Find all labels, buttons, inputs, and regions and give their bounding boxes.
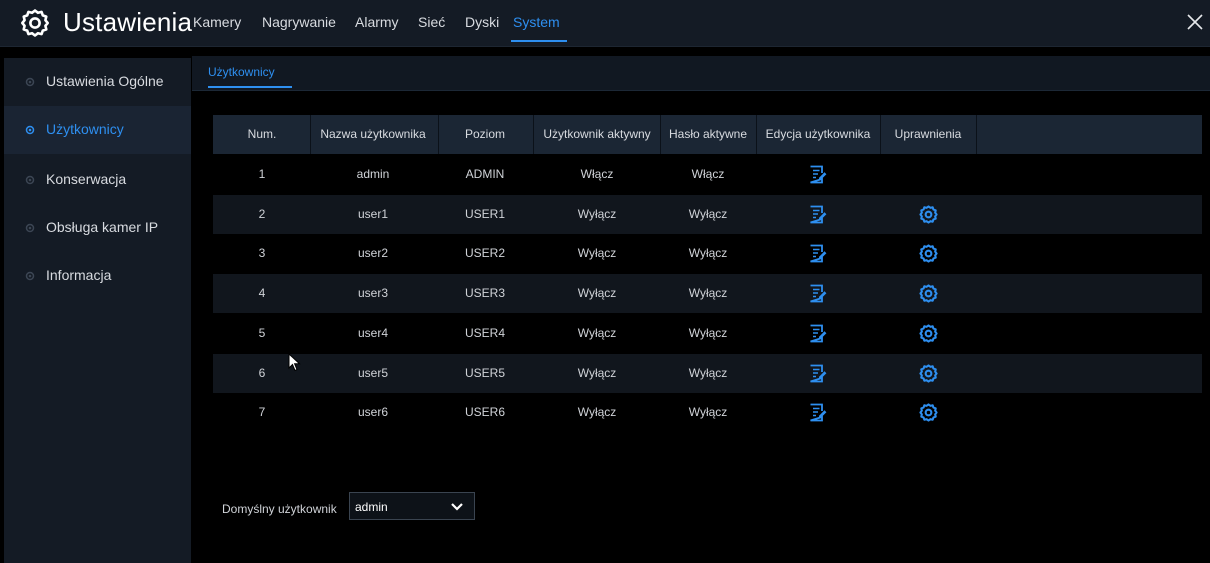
cell-num: 4: [258, 286, 266, 300]
gear-icon[interactable]: [919, 284, 938, 303]
cell-user-active: Wyłącz: [577, 207, 617, 221]
bullet-icon: [25, 125, 35, 135]
cell-user-active: Włącz: [580, 167, 614, 181]
table-row: 1 admin ADMIN Włącz Włącz: [213, 155, 1202, 194]
edit-icon[interactable]: [809, 324, 827, 343]
sidebar-item-label: Ustawienia Ogólne: [46, 73, 164, 89]
cell-username: user3: [357, 286, 389, 300]
edit-icon[interactable]: [809, 284, 827, 303]
sidebar-item-label: Obsługa kamer IP: [46, 219, 159, 235]
cell-user-active: Wyłącz: [577, 366, 617, 380]
tab-dyski[interactable]: Dyski: [465, 14, 499, 30]
cell-num: 6: [258, 366, 266, 380]
cell-password-active: Wyłącz: [688, 326, 728, 340]
default-user-label: Domyślny użytkownik: [222, 502, 337, 516]
users-table-header: Num. Nazwa użytkownika Poziom Użytkownik…: [213, 115, 1202, 154]
cell-num: 1: [258, 167, 266, 181]
table-row: 4 user3 USER3 Wyłącz Wyłącz: [213, 274, 1202, 313]
sidebar-item-label: Informacja: [46, 267, 112, 283]
subtab-bar: Użytkownicy: [192, 56, 1210, 91]
app-title: Ustawienia: [63, 7, 193, 37]
default-user-select[interactable]: admin: [349, 492, 475, 520]
edit-icon[interactable]: [809, 403, 827, 422]
active-tab-indicator: [511, 40, 567, 42]
cell-username: admin: [356, 167, 390, 181]
gear-icon[interactable]: [919, 324, 938, 343]
gear-icon[interactable]: [919, 403, 938, 422]
table-row: 3 user2 USER2 Wyłącz Wyłącz: [213, 234, 1202, 273]
cell-level: USER2: [464, 246, 506, 260]
sidebar-item-obsluga-kamer-ip[interactable]: Obsługa kamer IP: [4, 204, 191, 252]
cell-username: user2: [357, 246, 389, 260]
top-bar: Ustawienia Kamery Nagrywanie Alarmy Sieć…: [0, 0, 1210, 47]
gear-icon[interactable]: [919, 244, 938, 263]
cell-level: USER4: [464, 326, 506, 340]
cell-username: user6: [357, 405, 389, 419]
cell-num: 2: [258, 207, 266, 221]
table-row: 6 user5 USER5 Wyłącz Wyłącz: [213, 354, 1202, 393]
sidebar-item-informacja[interactable]: Informacja: [4, 252, 191, 300]
edit-icon[interactable]: [809, 364, 827, 383]
cell-user-active: Wyłącz: [577, 405, 617, 419]
tab-kamery[interactable]: Kamery: [193, 14, 241, 30]
cell-level: USER5: [464, 366, 506, 380]
column-header-edit-user: Edycja użytkownika: [765, 127, 871, 141]
sidebar-item-uzytkownicy[interactable]: Użytkownicy: [4, 106, 191, 154]
cell-username: user1: [357, 207, 389, 221]
cell-username: user5: [357, 366, 389, 380]
tab-system[interactable]: System: [513, 14, 560, 30]
tab-alarmy[interactable]: Alarmy: [355, 14, 399, 30]
column-header-user-active: Użytkownik aktywny: [543, 127, 651, 141]
active-subtab-indicator: [208, 86, 292, 88]
cell-level: ADMIN: [465, 167, 505, 181]
cell-user-active: Wyłącz: [577, 326, 617, 340]
column-header-permissions: Uprawnienia: [894, 127, 962, 141]
gear-icon[interactable]: [919, 205, 938, 224]
cell-num: 7: [258, 405, 266, 419]
bullet-icon: [25, 77, 35, 87]
cell-level: USER6: [464, 405, 506, 419]
default-user-value: admin: [355, 500, 388, 514]
table-row: 7 user6 USER6 Wyłącz Wyłącz: [213, 393, 1202, 432]
bullet-icon: [25, 223, 35, 233]
chevron-down-icon: [451, 503, 463, 511]
tab-nagrywanie[interactable]: Nagrywanie: [262, 14, 336, 30]
table-row: 5 user4 USER4 Wyłącz Wyłącz: [213, 314, 1202, 353]
cell-username: user4: [357, 326, 389, 340]
sidebar-item-ustawienia-ogolne[interactable]: Ustawienia Ogólne: [4, 58, 191, 106]
cell-password-active: Wyłącz: [688, 246, 728, 260]
subtab-uzytkownicy[interactable]: Użytkownicy: [208, 65, 275, 79]
sidebar-item-konserwacja[interactable]: Konserwacja: [4, 156, 191, 204]
cell-user-active: Wyłącz: [577, 246, 617, 260]
gear-icon[interactable]: [919, 364, 938, 383]
cell-num: 3: [258, 246, 266, 260]
edit-icon[interactable]: [809, 205, 827, 224]
column-header-name: Nazwa użytkownika: [320, 127, 426, 141]
column-header-password-active: Hasło aktywne: [668, 127, 748, 141]
sidebar-item-label: Konserwacja: [46, 171, 127, 187]
bullet-icon: [25, 175, 35, 185]
mouse-cursor-icon: [288, 353, 301, 372]
sidebar: Ustawienia Ogólne Użytkownicy Konserwacj…: [4, 58, 191, 563]
edit-icon[interactable]: [809, 165, 827, 184]
cell-password-active: Wyłącz: [688, 366, 728, 380]
cell-user-active: Wyłącz: [577, 286, 617, 300]
edit-icon[interactable]: [809, 244, 827, 263]
cell-password-active: Włącz: [691, 167, 725, 181]
close-icon[interactable]: [1184, 11, 1206, 33]
cell-password-active: Wyłącz: [688, 405, 728, 419]
bullet-icon: [25, 271, 35, 281]
cell-password-active: Wyłącz: [688, 286, 728, 300]
cell-password-active: Wyłącz: [688, 207, 728, 221]
tab-siec[interactable]: Sieć: [418, 14, 445, 30]
cell-num: 5: [258, 326, 266, 340]
settings-gear-icon: [21, 9, 49, 37]
column-header-num: Num.: [247, 127, 277, 141]
column-header-level: Poziom: [464, 127, 506, 141]
table-row: 2 user1 USER1 Wyłącz Wyłącz: [213, 195, 1202, 234]
cell-level: USER3: [464, 286, 506, 300]
sidebar-item-label: Użytkownicy: [46, 121, 124, 137]
cell-level: USER1: [464, 207, 506, 221]
